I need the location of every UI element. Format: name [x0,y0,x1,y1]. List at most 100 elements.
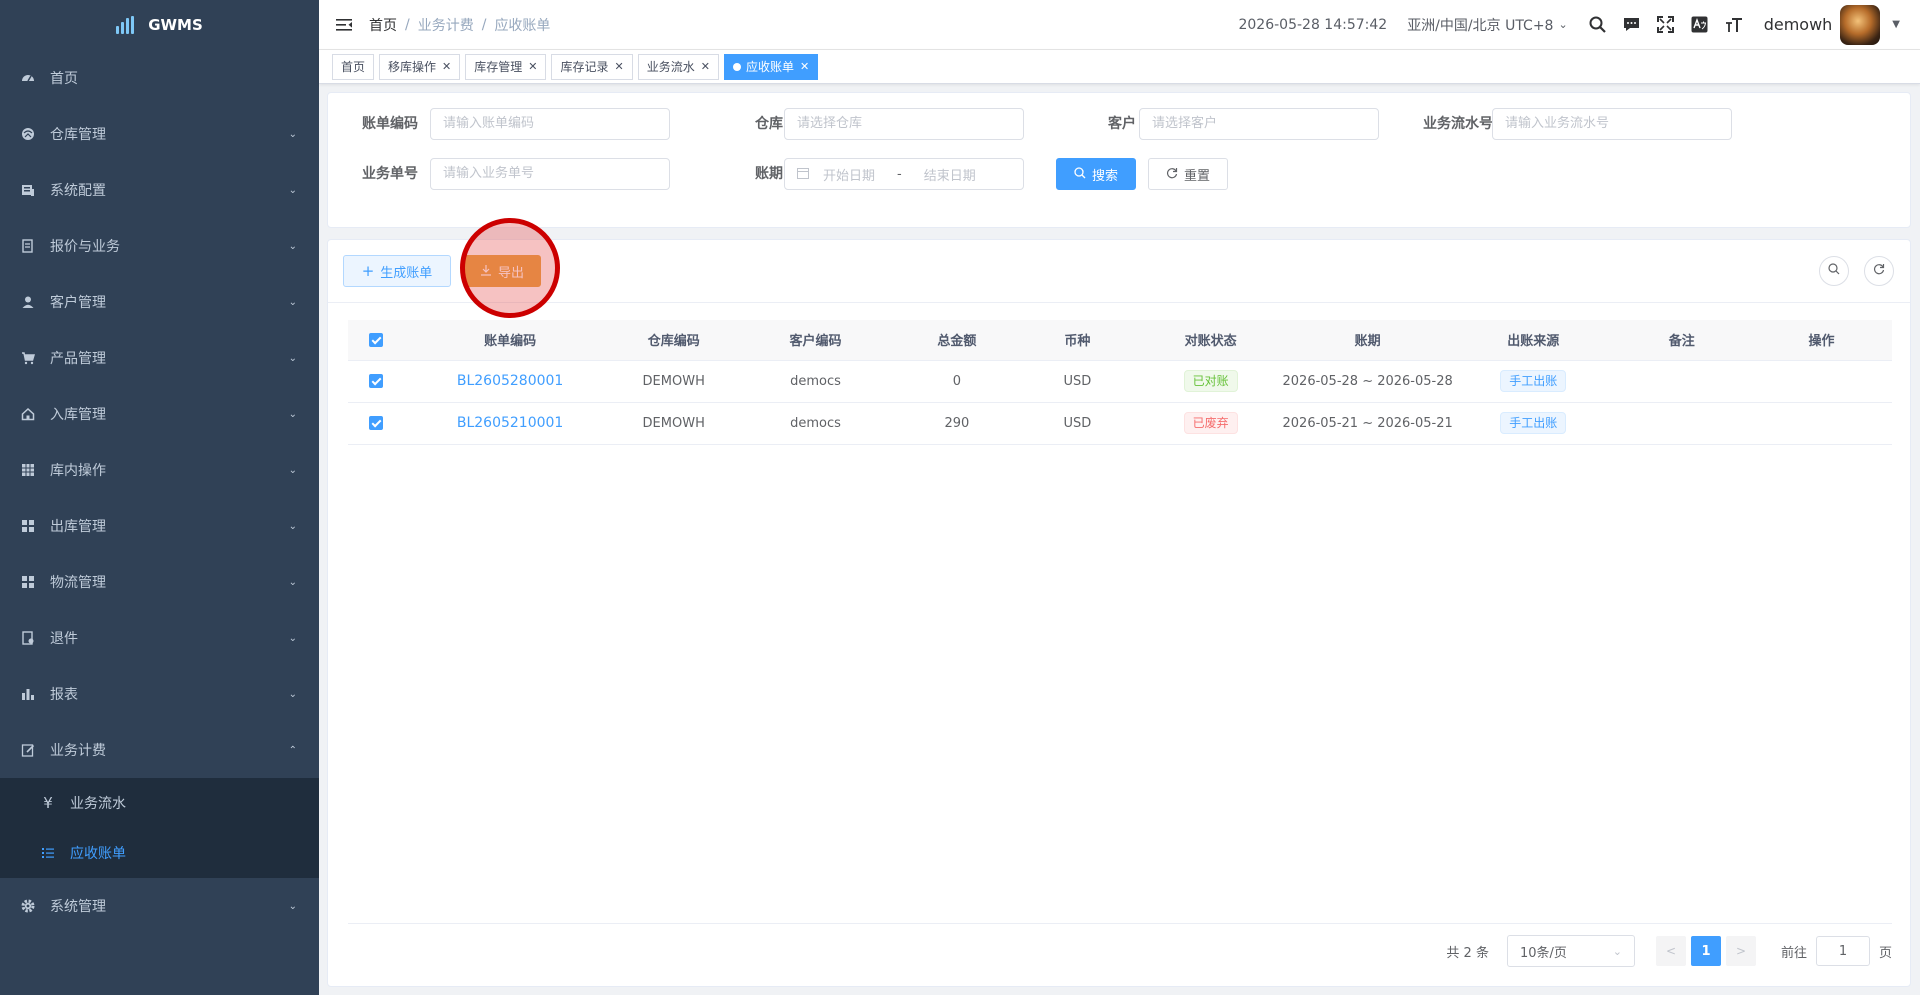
search-icon[interactable] [1588,15,1608,35]
calendar-icon [797,167,809,182]
close-icon[interactable]: ✕ [615,60,624,73]
chevron-down-icon: ⌄ [288,296,297,308]
table-card: + 生成账单 导出 账单编码 仓库编码 客户编码 总金额 币种 对账状态 账期 … [327,239,1911,987]
cell-customer: democs [731,360,900,403]
period-date-range[interactable]: 开始日期 - 结束日期 [784,158,1024,190]
tag-move-stock[interactable]: 移库操作 ✕ [379,53,461,80]
sidebar-item-receivable-bill[interactable]: 应收账单 [0,828,319,878]
sidebar-item-label: 系统管理 [50,899,106,915]
grid-icon [20,462,36,478]
sidebar-item-config[interactable]: 系统配置 ⌄ [0,162,319,218]
table-row[interactable]: BL2605210001 DEMOWH democs 290 USD 已废弃 2… [348,402,1892,445]
timezone-selector[interactable]: 亚洲/中国/北京 UTC+8 ⌄ [1407,15,1568,35]
page-number-current[interactable]: 1 [1690,936,1721,966]
hamburger-icon[interactable] [319,18,369,32]
translate-icon[interactable] [1690,15,1710,35]
search-panel: 账单编码 请输入账单编码 仓库 请选择仓库 客户 请选择客户 业务流水号 请输入… [327,92,1911,228]
row-checkbox[interactable] [348,360,405,403]
logo[interactable]: GWMS [0,0,319,50]
row-checkbox[interactable] [348,402,405,445]
col-status: 对账状态 [1140,320,1282,361]
chevron-down-icon: ⌄ [1558,18,1568,31]
next-page-button[interactable]: > [1725,936,1756,966]
export-button[interactable]: 导出 [463,255,541,287]
tags-view: 首页 移库操作 ✕ 库存管理 ✕ 库存记录 ✕ 业务流水 ✕ 应收账单 ✕ [319,50,1920,84]
apps-icon [20,518,36,534]
flow-no-label: 业务流水号 [1423,116,1493,132]
reset-button[interactable]: 重置 [1148,158,1228,190]
sidebar-item-logistics[interactable]: 物流管理 ⌄ [0,554,319,610]
bill-table: 账单编码 仓库编码 客户编码 总金额 币种 对账状态 账期 出账来源 备注 操作… [348,320,1892,445]
sidebar-item-returns[interactable]: 退件 ⌄ [0,610,319,666]
search-icon [1828,263,1840,279]
goto-page-input[interactable]: 1 [1815,936,1870,966]
customer-select[interactable]: 请选择客户 [1139,108,1379,140]
timezone-label: 亚洲/中国/北京 UTC+8 [1407,17,1554,34]
breadcrumb-home[interactable]: 首页 [369,15,397,35]
page-size-select[interactable]: 10条/页 ⌄ [1506,935,1635,967]
prev-page-button[interactable]: < [1655,936,1686,966]
sidebar-item-reports[interactable]: 报表 ⌄ [0,666,319,722]
sidebar-item-customer[interactable]: 客户管理 ⌄ [0,274,319,330]
sidebar-item-label: 报价与业务 [50,239,120,255]
tag-inventory-records[interactable]: 库存记录 ✕ [551,53,633,80]
generate-bill-button[interactable]: + 生成账单 [343,255,451,287]
caret-down-icon[interactable]: ▼ [1892,19,1900,30]
close-icon[interactable]: ✕ [528,60,537,73]
col-remark: 备注 [1612,320,1752,361]
generate-bill-button-label: 生成账单 [380,265,433,281]
end-date-input[interactable]: 结束日期 [924,165,976,184]
source-badge: 手工出账 [1500,412,1567,434]
cell-action [1751,402,1892,445]
search-button-label: 搜索 [1091,168,1118,184]
cell-warehouse: DEMOWH [615,402,732,445]
range-separator: - [897,166,902,182]
sidebar-item-warehouse[interactable]: 仓库管理 ⌄ [0,106,319,162]
bill-code-link[interactable]: BL2605280001 [457,373,563,389]
sidebar-item-label: 业务流水 [70,796,126,812]
tag-inventory[interactable]: 库存管理 ✕ [465,53,547,80]
table-header-row: 账单编码 仓库编码 客户编码 总金额 币种 对账状态 账期 出账来源 备注 操作 [348,320,1892,361]
select-all-checkbox[interactable] [348,320,405,361]
bill-code-input[interactable]: 请输入账单编码 [430,108,670,140]
close-icon[interactable]: ✕ [800,60,809,73]
message-icon[interactable] [1622,15,1642,35]
tag-home[interactable]: 首页 [332,53,375,80]
search-icon [1074,166,1086,182]
refresh-table-button[interactable] [1864,256,1894,286]
col-warehouse: 仓库编码 [615,320,732,361]
sidebar-item-inbound[interactable]: 入库管理 ⌄ [0,386,319,442]
sidebar-item-home[interactable]: 首页 [0,50,319,106]
fullscreen-icon[interactable] [1656,15,1676,35]
sidebar-item-system[interactable]: 系统管理 ⌄ [0,878,319,934]
close-icon[interactable]: ✕ [701,60,710,73]
table-row[interactable]: BL2605280001 DEMOWH democs 0 USD 已对账 202… [348,360,1892,403]
sidebar-item-label: 首页 [50,71,78,87]
active-dot-icon [732,62,741,71]
username[interactable]: demowh [1764,15,1833,34]
toggle-search-button[interactable] [1819,256,1849,286]
status-badge: 已废弃 [1183,412,1238,434]
tag-business-flow[interactable]: 业务流水 ✕ [637,53,719,80]
tag-receivable-bill[interactable]: 应收账单 ✕ [723,53,819,80]
cell-remark [1612,402,1752,445]
search-button[interactable]: 搜索 [1056,158,1136,190]
bill-code-link[interactable]: BL2605210001 [457,415,563,431]
chevron-down-icon: ⌄ [288,576,297,588]
flow-no-input[interactable]: 请输入业务流水号 [1492,108,1732,140]
avatar[interactable] [1840,4,1881,45]
close-icon[interactable]: ✕ [442,60,451,73]
sidebar-item-outbound[interactable]: 出库管理 ⌄ [0,498,319,554]
sidebar-item-business-flow[interactable]: ¥ 业务流水 [0,778,319,828]
warehouse-select[interactable]: 请选择仓库 [784,108,1024,140]
business-no-input[interactable]: 请输入业务单号 [430,158,670,190]
sidebar-item-billing[interactable]: 业务计费 ⌃ [0,722,319,778]
sidebar-item-inventory-ops[interactable]: 库内操作 ⌄ [0,442,319,498]
return-icon [20,630,36,646]
start-date-input[interactable]: 开始日期 [823,165,875,184]
status-badge: 已对账 [1183,370,1238,392]
sidebar-item-label: 物流管理 [50,575,106,591]
font-size-icon[interactable] [1724,15,1744,35]
sidebar-item-quote[interactable]: 报价与业务 ⌄ [0,218,319,274]
sidebar-item-product[interactable]: 产品管理 ⌄ [0,330,319,386]
